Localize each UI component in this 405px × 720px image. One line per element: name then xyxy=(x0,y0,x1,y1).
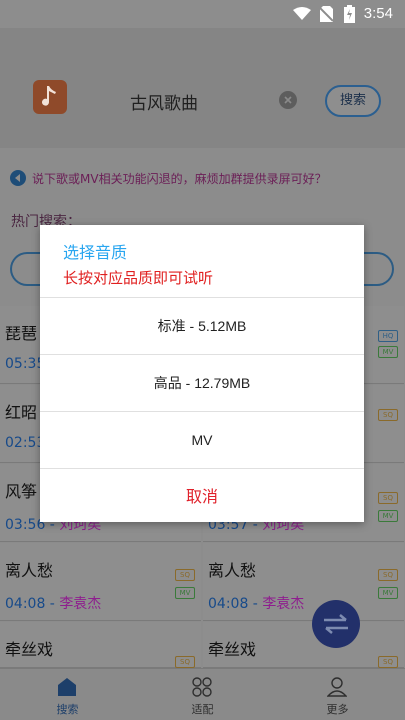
song-artist: 李袁杰 xyxy=(59,596,102,612)
song-title: 红昭 xyxy=(5,403,38,422)
song-title: 牵丝戏 xyxy=(208,640,257,659)
nav-label: 适配 xyxy=(191,703,214,716)
song-item[interactable]: 牵丝戏 SQ xyxy=(0,622,201,668)
search-header: 古风歌曲 搜索 xyxy=(0,28,405,148)
nav-label: 搜索 xyxy=(56,703,79,716)
sq-badge: SQ xyxy=(175,569,195,581)
song-duration: 04:08 - 李袁杰 xyxy=(208,596,305,612)
search-input[interactable]: 古风歌曲 xyxy=(130,89,198,114)
song-title: 牵丝戏 xyxy=(5,640,54,659)
sq-badge: SQ xyxy=(378,656,398,668)
quality-dialog: 选择音质 长按对应品质即可试听 标准 - 5.12MB 高品 - 12.79MB… xyxy=(40,225,364,522)
hq-badge: HQ xyxy=(378,330,398,342)
no-sim-icon xyxy=(320,6,333,22)
sq-badge: SQ xyxy=(378,569,398,581)
dialog-subtitle: 长按对应品质即可试听 xyxy=(63,269,214,287)
song-item[interactable]: 离人愁 04:08 - 李袁杰 SQ MV xyxy=(0,543,201,621)
song-title: 离人愁 xyxy=(5,561,54,580)
sq-badge: SQ xyxy=(378,409,398,421)
battery-charging-icon xyxy=(344,5,355,23)
mv-badge: MV xyxy=(378,346,398,358)
app-logo xyxy=(33,80,67,114)
quality-option-mv[interactable]: MV xyxy=(40,411,364,468)
hot-search-tag[interactable] xyxy=(10,252,40,286)
song-title: 离人愁 xyxy=(208,561,257,580)
song-artist: 李袁杰 xyxy=(262,596,305,612)
search-button[interactable]: 搜索 xyxy=(325,85,381,117)
grid-icon xyxy=(192,677,212,697)
song-title: 风筝 xyxy=(5,482,38,501)
music-note-icon xyxy=(42,86,56,106)
nav-search[interactable]: 搜索 xyxy=(0,669,135,720)
nav-more[interactable]: 更多 xyxy=(270,669,405,720)
home-icon xyxy=(58,678,76,696)
notice-text: 说下歌或MV相关功能闪退的，麻烦加群提供录屏可好？ xyxy=(32,172,327,186)
mv-badge: MV xyxy=(378,510,398,522)
mv-badge: MV xyxy=(378,587,398,599)
sq-badge: SQ xyxy=(175,656,195,668)
nav-label: 更多 xyxy=(326,703,349,716)
bottom-nav: 搜索 适配 更多 xyxy=(0,668,405,720)
dialog-title: 选择音质 xyxy=(63,243,128,262)
speaker-icon xyxy=(10,170,26,186)
song-title: 琵琶 xyxy=(5,324,38,343)
song-item[interactable]: 牵丝戏 SQ xyxy=(203,622,404,668)
swap-arrows-icon xyxy=(324,614,348,634)
sq-badge: SQ xyxy=(378,492,398,504)
song-item[interactable]: 离人愁 04:08 - 李袁杰 SQ MV xyxy=(203,543,404,621)
cancel-button[interactable]: 取消 xyxy=(40,468,364,522)
hot-search-tag[interactable] xyxy=(364,252,394,286)
status-bar: 3:54 xyxy=(0,0,405,28)
quality-option-high[interactable]: 高品 - 12.79MB xyxy=(40,354,364,411)
wifi-icon xyxy=(293,7,311,20)
person-icon xyxy=(327,677,347,697)
quality-option-standard[interactable]: 标准 - 5.12MB xyxy=(40,297,364,354)
switch-fab[interactable] xyxy=(312,600,360,648)
clear-icon[interactable] xyxy=(279,91,297,109)
nav-adapt[interactable]: 适配 xyxy=(135,669,270,720)
clock: 3:54 xyxy=(363,5,393,22)
song-duration: 04:08 - 李袁杰 xyxy=(5,596,102,612)
mv-badge: MV xyxy=(175,587,195,599)
